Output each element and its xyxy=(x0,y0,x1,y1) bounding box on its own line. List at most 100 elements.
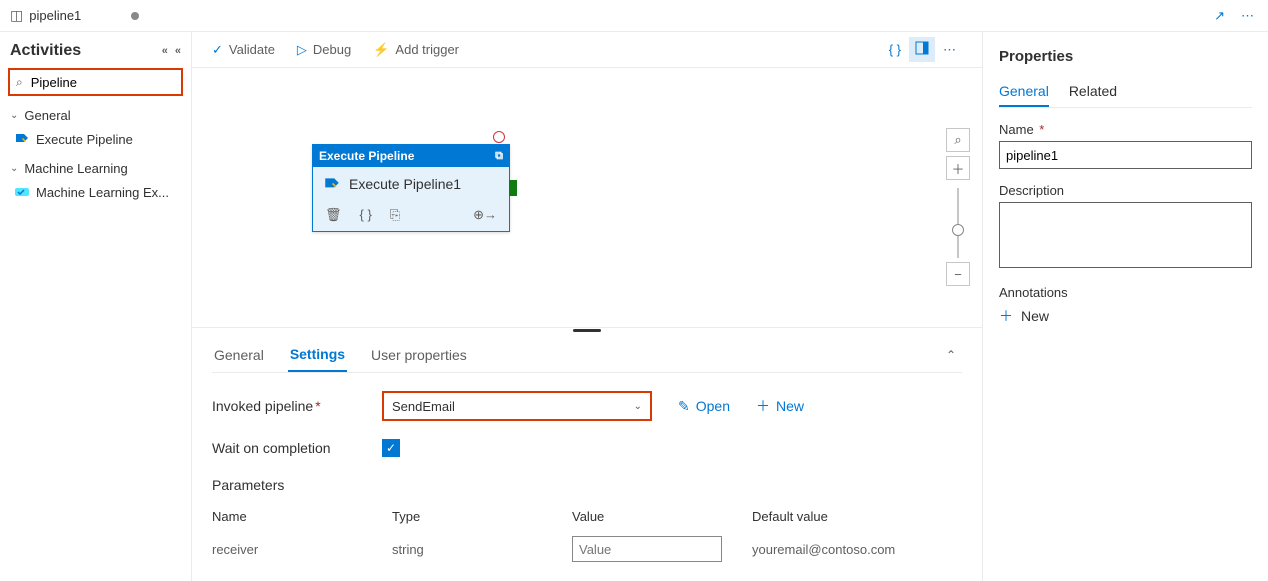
node-footer: 🗑 { } ⎘ ⊕→ xyxy=(313,201,509,231)
activities-search[interactable]: ⌕ xyxy=(8,68,183,96)
activity-label: Execute Pipeline xyxy=(36,132,133,147)
node-body[interactable]: Execute Pipeline1 xyxy=(313,167,509,201)
chevron-down-icon: ⌄ xyxy=(634,401,642,412)
parameter-row: receiver string youremail@contoso.com xyxy=(212,530,962,568)
add-output-icon[interactable]: ⊕→ xyxy=(473,207,497,223)
activities-group-general[interactable]: ⌄ General xyxy=(8,104,183,127)
description-field-label: Description xyxy=(999,183,1252,198)
node-header[interactable]: Execute Pipeline ⧉ xyxy=(313,145,509,167)
activities-header: Activities « « xyxy=(10,42,183,60)
activity-label: Machine Learning Ex... xyxy=(36,185,169,200)
param-default: youremail@contoso.com xyxy=(752,542,962,557)
zoom-slider[interactable] xyxy=(957,188,959,258)
activities-search-input[interactable] xyxy=(29,74,209,91)
pipeline-canvas[interactable]: Execute Pipeline ⧉ Execute Pipeline1 🗑 {… xyxy=(192,68,982,328)
annotations-label: Annotations xyxy=(999,285,1252,300)
maximize-icon[interactable]: ↗ xyxy=(1210,4,1229,28)
activity-ml-execute[interactable]: Machine Learning Ex... xyxy=(8,180,183,204)
unsaved-indicator-icon xyxy=(131,12,139,20)
collapse-pane-icon[interactable]: ⌃ xyxy=(946,348,962,362)
group-label: General xyxy=(24,108,70,123)
col-default: Default value xyxy=(752,509,962,524)
open-node-icon[interactable]: ⧉ xyxy=(495,150,503,163)
group-label: Machine Learning xyxy=(24,161,127,176)
execute-pipeline-icon xyxy=(323,175,341,193)
properties-title: Properties xyxy=(999,48,1252,65)
settings-tabs: General Settings User properties ⌃ xyxy=(212,338,962,373)
activities-group-ml[interactable]: ⌄ Machine Learning xyxy=(8,157,183,180)
pencil-icon: ✎ xyxy=(678,398,690,415)
copy-icon[interactable]: ⎘ xyxy=(390,207,400,223)
param-type: string xyxy=(392,542,572,557)
node-type-label: Execute Pipeline xyxy=(319,149,414,163)
debug-label: Debug xyxy=(313,42,351,57)
add-trigger-button[interactable]: ⚡ Add trigger xyxy=(373,42,459,58)
collapse-activities-icon[interactable]: « « xyxy=(162,45,183,57)
validate-button[interactable]: ✓ Validate xyxy=(212,42,275,58)
activity-execute-pipeline[interactable]: Execute Pipeline xyxy=(8,127,183,151)
trigger-icon: ⚡ xyxy=(373,42,389,58)
param-value-input[interactable] xyxy=(572,536,722,562)
plus-icon: ＋ xyxy=(756,396,770,416)
activity-settings-pane: General Settings User properties ⌃ Invok… xyxy=(192,334,982,578)
col-value: Value xyxy=(572,509,752,524)
col-type: Type xyxy=(392,509,572,524)
zoom-controls: ⌕ ＋ − xyxy=(946,128,970,290)
ml-icon xyxy=(14,184,30,200)
resource-tab-bar: ◫ pipeline1 ↗ ⋯ xyxy=(0,0,1268,32)
new-label: New xyxy=(1021,308,1049,324)
plus-icon: ＋ xyxy=(999,306,1013,326)
code-icon[interactable]: { } xyxy=(360,207,372,223)
tab-general[interactable]: General xyxy=(212,339,266,371)
check-icon: ✓ xyxy=(212,42,223,58)
more-actions-icon[interactable]: ⋯ xyxy=(1237,4,1258,28)
tab-settings[interactable]: Settings xyxy=(288,338,347,372)
node-success-connector[interactable] xyxy=(509,180,517,196)
validate-label: Validate xyxy=(229,42,275,57)
add-annotation-button[interactable]: ＋ New xyxy=(999,306,1252,326)
activities-title: Activities xyxy=(10,42,81,60)
execute-pipeline-icon xyxy=(14,131,30,147)
wait-on-completion-checkbox[interactable]: ✓ xyxy=(382,439,400,457)
debug-button[interactable]: ▷ Debug xyxy=(297,42,351,58)
search-canvas-icon[interactable]: ⌕ xyxy=(946,128,970,152)
properties-tabs: General Related xyxy=(999,77,1252,108)
invoked-pipeline-value: SendEmail xyxy=(392,399,455,414)
validation-error-icon xyxy=(493,131,505,143)
zoom-out-button[interactable]: − xyxy=(946,262,970,286)
pipeline-resource-icon: ◫ xyxy=(10,7,23,24)
properties-panel: Properties General Related Name * Descri… xyxy=(982,32,1268,581)
chevron-down-icon: ⌄ xyxy=(10,110,18,121)
parameters-header: Name Type Value Default value xyxy=(212,503,962,530)
param-name: receiver xyxy=(212,542,392,557)
activities-panel: Activities « « ⌕ ⌄ General Execute Pipel… xyxy=(0,32,192,581)
zoom-thumb[interactable] xyxy=(952,224,964,236)
tab-user-properties[interactable]: User properties xyxy=(369,339,469,371)
delete-icon[interactable]: 🗑 xyxy=(325,207,342,223)
pipeline-toolbar: ✓ Validate ▷ Debug ⚡ Add trigger { } ⋯ xyxy=(192,32,982,68)
node-name: Execute Pipeline1 xyxy=(349,176,461,192)
col-name: Name xyxy=(212,509,392,524)
description-input[interactable] xyxy=(999,202,1252,268)
invoked-pipeline-label: Invoked pipeline* xyxy=(212,398,382,414)
play-icon: ▷ xyxy=(297,42,307,58)
properties-toggle-icon[interactable] xyxy=(909,37,935,62)
invoked-pipeline-select[interactable]: SendEmail ⌄ xyxy=(382,391,652,421)
parameters-title: Parameters xyxy=(212,477,962,493)
code-view-icon[interactable]: { } xyxy=(883,38,907,61)
resource-name: pipeline1 xyxy=(29,8,81,23)
name-field-label: Name * xyxy=(999,122,1252,137)
canvas-node-execute-pipeline[interactable]: Execute Pipeline ⧉ Execute Pipeline1 🗑 {… xyxy=(312,144,510,232)
pipeline-name-input[interactable] xyxy=(999,141,1252,169)
zoom-in-button[interactable]: ＋ xyxy=(946,156,970,180)
open-label: Open xyxy=(696,398,730,414)
new-pipeline-button[interactable]: ＋ New xyxy=(756,396,804,416)
tab-properties-related[interactable]: Related xyxy=(1069,77,1117,107)
search-icon: ⌕ xyxy=(16,75,23,90)
add-trigger-label: Add trigger xyxy=(395,42,459,57)
open-pipeline-button[interactable]: ✎ Open xyxy=(678,398,730,415)
chevron-down-icon: ⌄ xyxy=(10,163,18,174)
toolbar-more-icon[interactable]: ⋯ xyxy=(937,38,962,62)
new-label: New xyxy=(776,398,804,414)
tab-properties-general[interactable]: General xyxy=(999,77,1049,107)
